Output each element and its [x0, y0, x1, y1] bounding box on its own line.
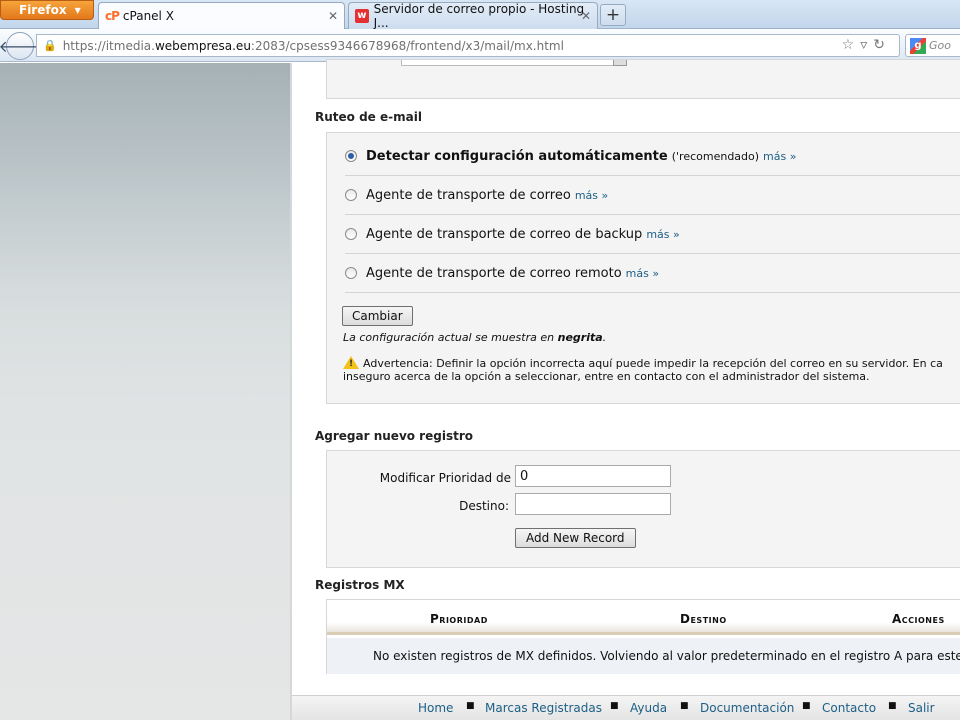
- option-label: Agente de transporte de correo de backup: [366, 226, 643, 242]
- radio-icon[interactable]: [345, 189, 357, 201]
- option-label: Detectar configuración automáticamente: [366, 148, 668, 164]
- warning-icon: [343, 356, 359, 371]
- mx-records-table: Prioridad Destino Acciones No existen re…: [326, 599, 960, 674]
- warning-line-2: inseguro acerca de la opción a seleccion…: [343, 370, 870, 383]
- cpanel-favicon-icon: cP: [105, 9, 120, 23]
- google-icon: g: [910, 37, 926, 54]
- new-tab-button[interactable]: +: [600, 4, 626, 26]
- back-button[interactable]: 🡐: [0, 32, 41, 60]
- footer-separator: ■: [888, 701, 897, 711]
- dropdown-arrow-icon[interactable]: ▿: [860, 37, 873, 53]
- firefox-menu-label: Firefox: [19, 3, 67, 17]
- url-prefix: https://itmedia.: [62, 38, 155, 53]
- tab-bar: Firefox ▼ cP cPanel X ✕ w Servidor de co…: [0, 0, 960, 30]
- priority-input[interactable]: [515, 465, 671, 487]
- address-bar-icons: ☆▿↻: [842, 37, 891, 53]
- warning-message: Advertencia: Definir la opción incorrect…: [343, 356, 960, 383]
- url-domain: webempresa.eu: [154, 38, 251, 53]
- url-path: :2083/cpsess9346678968/frontend/x3/mail/…: [250, 38, 564, 53]
- tab-label: cPanel X: [122, 9, 174, 23]
- note-suffix: .: [602, 331, 607, 344]
- close-icon[interactable]: ✕: [581, 9, 591, 23]
- more-link[interactable]: más »: [575, 189, 608, 202]
- webempresa-favicon-icon: w: [355, 9, 369, 23]
- firefox-menu-button[interactable]: Firefox ▼: [0, 0, 94, 20]
- lock-icon: 🔒: [43, 39, 57, 52]
- footer-separator: ■: [680, 701, 689, 711]
- destination-label: Destino:: [459, 499, 509, 513]
- radio-selected-icon[interactable]: [345, 150, 357, 162]
- change-button[interactable]: Cambiar: [342, 306, 413, 326]
- more-link[interactable]: más »: [626, 267, 659, 280]
- domain-select[interactable]: [401, 60, 627, 66]
- search-placeholder: Goo: [929, 39, 951, 52]
- column-header-destination[interactable]: Destino: [680, 612, 727, 626]
- routing-option-backup[interactable]: Agente de transporte de correo de backup…: [345, 215, 960, 254]
- table-empty-row: No existen registros de MX definidos. Vo…: [327, 638, 960, 674]
- main-content: Ruteo de e-mail Detectar configuración a…: [290, 59, 960, 720]
- warning-line-1: Advertencia: Definir la opción incorrect…: [363, 357, 943, 370]
- note-text: La configuración actual se muestra en: [343, 331, 558, 344]
- column-header-actions: Acciones: [892, 612, 945, 626]
- footer-link-documentation[interactable]: Documentación: [700, 701, 794, 715]
- bookmark-star-icon[interactable]: ☆: [842, 37, 861, 53]
- domain-select-button[interactable]: [613, 60, 627, 66]
- footer-links: Home ■ Marcas Registradas ■ Ayuda ■ Docu…: [292, 695, 960, 720]
- column-header-priority[interactable]: Prioridad: [430, 612, 488, 626]
- more-link[interactable]: más »: [646, 228, 679, 241]
- add-new-record-button[interactable]: Add New Record: [515, 528, 636, 548]
- footer-separator: ■: [466, 701, 475, 711]
- footer-link-home[interactable]: Home: [418, 701, 453, 715]
- option-note: ('recomendado): [671, 149, 760, 163]
- tab-label: Servidor de correo propio - Hosting J...: [373, 2, 585, 30]
- radio-icon[interactable]: [345, 267, 357, 279]
- left-sidebar-background: [0, 63, 290, 720]
- destination-input[interactable]: [515, 493, 671, 515]
- footer-separator: ■: [802, 701, 811, 711]
- add-record-panel: Modificar Prioridad de Destino: Add New …: [326, 450, 960, 568]
- table-header: Prioridad Destino Acciones: [327, 600, 960, 635]
- section-title-routing: Ruteo de e-mail: [315, 110, 422, 124]
- address-bar[interactable]: 🔒 https://itmedia. webempresa.eu:2083/cps…: [36, 34, 900, 57]
- chevron-down-icon: ▼: [74, 5, 81, 15]
- tab-hosting[interactable]: w Servidor de correo propio - Hosting J.…: [348, 2, 598, 30]
- search-input[interactable]: g Goo: [905, 34, 960, 57]
- footer-link-help[interactable]: Ayuda: [630, 701, 667, 715]
- reload-icon[interactable]: ↻: [873, 37, 891, 53]
- section-title-mx-records: Registros MX: [315, 578, 405, 592]
- footer-link-logout[interactable]: Salir: [908, 701, 935, 715]
- routing-option-remote[interactable]: Agente de transporte de correo remoto má…: [345, 254, 960, 293]
- routing-option-auto[interactable]: Detectar configuración automáticamente (…: [345, 137, 960, 176]
- option-label: Agente de transporte de correo remoto: [366, 265, 622, 281]
- section-title-add-record: Agregar nuevo registro: [315, 429, 473, 443]
- radio-icon[interactable]: [345, 228, 357, 240]
- note-bold: negrita: [557, 331, 603, 344]
- routing-panel: Detectar configuración automáticamente (…: [326, 132, 960, 404]
- priority-label: Modificar Prioridad de: [379, 471, 511, 485]
- routing-option-local[interactable]: Agente de transporte de correo más »: [345, 176, 960, 215]
- previous-section-box: [326, 59, 960, 99]
- tab-cpanel[interactable]: cP cPanel X ✕: [98, 2, 345, 29]
- more-link[interactable]: más »: [763, 150, 796, 163]
- option-label: Agente de transporte de correo: [366, 187, 571, 203]
- navigation-bar: 🡐 🔒 https://itmedia. webempresa.eu:2083/c…: [0, 29, 960, 62]
- close-icon[interactable]: ✕: [328, 9, 338, 23]
- footer-link-contact[interactable]: Contacto: [822, 701, 876, 715]
- current-config-note: La configuración actual se muestra en ne…: [343, 331, 606, 344]
- footer-link-trademarks[interactable]: Marcas Registradas: [485, 701, 602, 715]
- footer-separator: ■: [610, 701, 619, 711]
